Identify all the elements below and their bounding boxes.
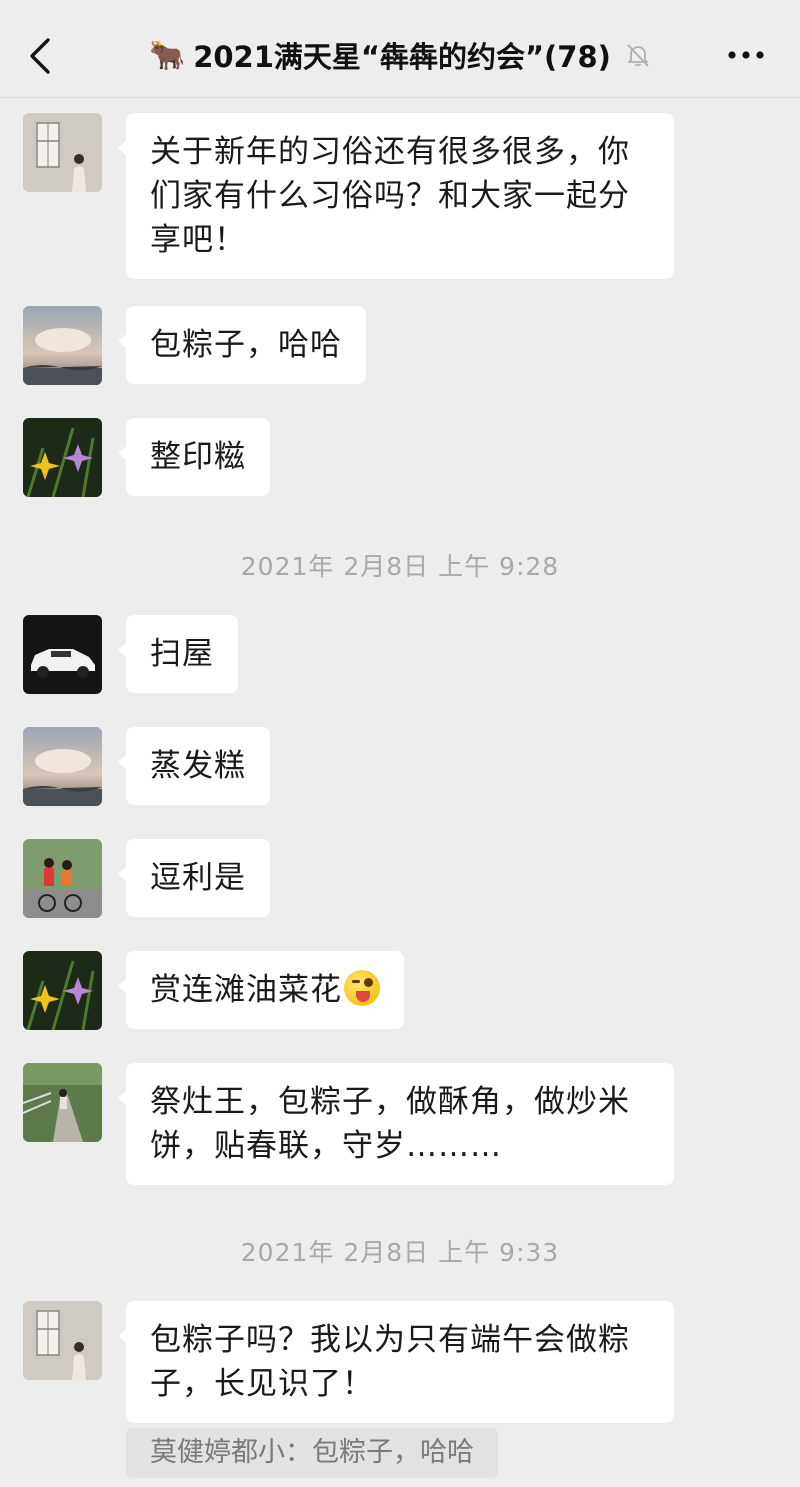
timestamp: 2021年 2月8日 上午 9:28 bbox=[240, 552, 560, 581]
avatar-window-girl[interactable] bbox=[23, 113, 102, 192]
message-bubble[interactable]: 蒸发糕 bbox=[118, 727, 270, 805]
chat-header: 🐂 2021满天星“犇犇的约会”(78) bbox=[0, 0, 800, 98]
avatar-cloud-lake[interactable] bbox=[23, 727, 102, 806]
chat-title: 2021满天星“犇犇的约会”(78) bbox=[193, 40, 611, 74]
mute-bell-icon bbox=[627, 44, 649, 67]
avatar-lily-flowers[interactable] bbox=[23, 418, 102, 497]
avatar-white-car[interactable] bbox=[23, 615, 102, 694]
avatar-cloud-lake[interactable] bbox=[23, 306, 102, 385]
back-icon[interactable] bbox=[22, 34, 62, 78]
wink-tongue-emoji-icon bbox=[344, 970, 380, 1006]
chat-title-bar: 🐂 2021满天星“犇犇的约会”(78) bbox=[120, 30, 680, 80]
message-bubble[interactable]: 包粽子，哈哈 bbox=[118, 306, 366, 384]
message-bubble[interactable]: 祭灶王，包粽子，做酥角，做炒米饼，贴春联，守岁……… bbox=[118, 1063, 674, 1185]
message-bubble[interactable]: 整印糍 bbox=[118, 418, 270, 496]
ox-emoji: 🐂 bbox=[149, 37, 186, 72]
message-bubble[interactable]: 关于新年的习俗还有很多很多，你们家有什么习俗吗？和大家一起分享吧！ bbox=[118, 113, 674, 279]
message-text: 赏连滩油菜花 bbox=[150, 972, 342, 1008]
avatar-bike-couple[interactable] bbox=[23, 839, 102, 918]
message-bubble[interactable]: 赏连滩油菜花 bbox=[118, 951, 404, 1029]
message-bubble[interactable]: 逗利是 bbox=[118, 839, 270, 917]
avatar-lily-flowers[interactable] bbox=[23, 951, 102, 1030]
avatar-path-walker[interactable] bbox=[23, 1063, 102, 1142]
message-bubble[interactable]: 扫屋 bbox=[118, 615, 238, 693]
message-bubble[interactable]: 包粽子吗？我以为只有端午会做粽子，长见识了！ bbox=[118, 1301, 674, 1423]
timestamp: 2021年 2月8日 上午 9:33 bbox=[240, 1238, 560, 1267]
quoted-reply[interactable]: 莫健婷都小：包粽子，哈哈 bbox=[126, 1428, 498, 1478]
more-options-icon[interactable] bbox=[726, 40, 766, 70]
avatar-window-girl[interactable] bbox=[23, 1301, 102, 1380]
